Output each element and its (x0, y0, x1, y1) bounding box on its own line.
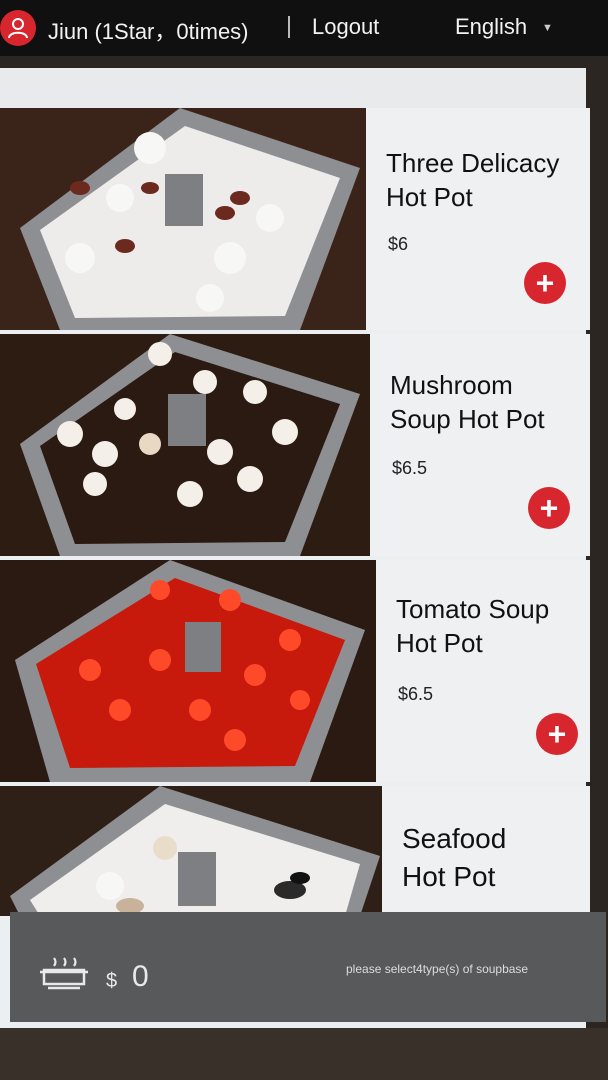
add-button[interactable]: + (524, 262, 566, 304)
menu-card: Mushroom Soup Hot Pot $6.5 + (370, 334, 590, 556)
dish-price: $6 (388, 234, 409, 254)
dish-name-line-1: Three Delicacy (386, 148, 560, 178)
user-status-label: Jiun (1Star，0times) (48, 19, 249, 44)
add-button[interactable]: + (536, 713, 578, 755)
dish-name-line-1: Mushroom (390, 370, 513, 400)
dish-price: $6.5 (392, 458, 428, 478)
top-bar: Jiun (1Star，0times) Logout English ▼ (0, 0, 608, 56)
dish-name: Seafood Hot Pot (402, 820, 592, 896)
dish-name: Mushroom Soup Hot Pot (390, 368, 580, 436)
dish-name-line-1: Seafood (402, 823, 507, 854)
cart-bar[interactable]: $ 0 please select4type(s) of soupbase (10, 912, 606, 1022)
hotpot-image (0, 786, 382, 916)
dish-name-line-2: Soup Hot Pot (390, 404, 545, 434)
cart-currency: $ (106, 970, 118, 992)
hotpot-photo-mushroom (0, 334, 372, 556)
menu-item-seafood: Seafood Hot Pot (0, 786, 590, 916)
device-frame-bottom (0, 1028, 608, 1080)
menu-item-tomato-soup: Tomato Soup Hot Pot $6.5 + (0, 560, 590, 782)
dish-name-line-1: Tomato Soup (396, 594, 550, 624)
menu-card: Seafood Hot Pot (382, 786, 590, 916)
hotpot-photo-three-delicacy (0, 108, 370, 330)
cart-total: 0 (132, 960, 149, 993)
hotpot-photo-seafood (0, 786, 382, 916)
dish-name: Tomato Soup Hot Pot (396, 592, 586, 660)
dish-name-line-2: Hot Pot (402, 861, 496, 892)
chevron-down-icon[interactable]: ▼ (542, 22, 553, 34)
user-avatar-icon[interactable] (0, 10, 36, 46)
dish-price: $6.5 (398, 684, 434, 704)
hotpot-image (0, 108, 370, 330)
logout-link[interactable]: Logout (312, 14, 379, 40)
menu-card: Three Delicacy Hot Pot $6 + (366, 108, 590, 330)
language-select[interactable]: English (455, 14, 527, 40)
menu-item-three-delicacy: Three Delicacy Hot Pot $6 + (0, 108, 590, 330)
menu-top-strip (0, 68, 586, 108)
menu-item-mushroom-soup: Mushroom Soup Hot Pot $6.5 + (0, 334, 590, 556)
soupbase-hint: please select4type(s) of soupbase (346, 962, 529, 976)
hotpot-image (0, 560, 376, 782)
header-divider (288, 16, 290, 38)
hotpot-icon (40, 957, 88, 990)
dish-name-line-2: Hot Pot (396, 628, 483, 658)
dish-name: Three Delicacy Hot Pot (386, 146, 576, 214)
menu-card: Tomato Soup Hot Pot $6.5 + (376, 560, 590, 782)
user-icon (8, 18, 28, 39)
dish-name-line-2: Hot Pot (386, 182, 473, 212)
add-button[interactable]: + (528, 487, 570, 529)
hotpot-photo-tomato (0, 560, 376, 782)
hotpot-image (0, 334, 372, 556)
